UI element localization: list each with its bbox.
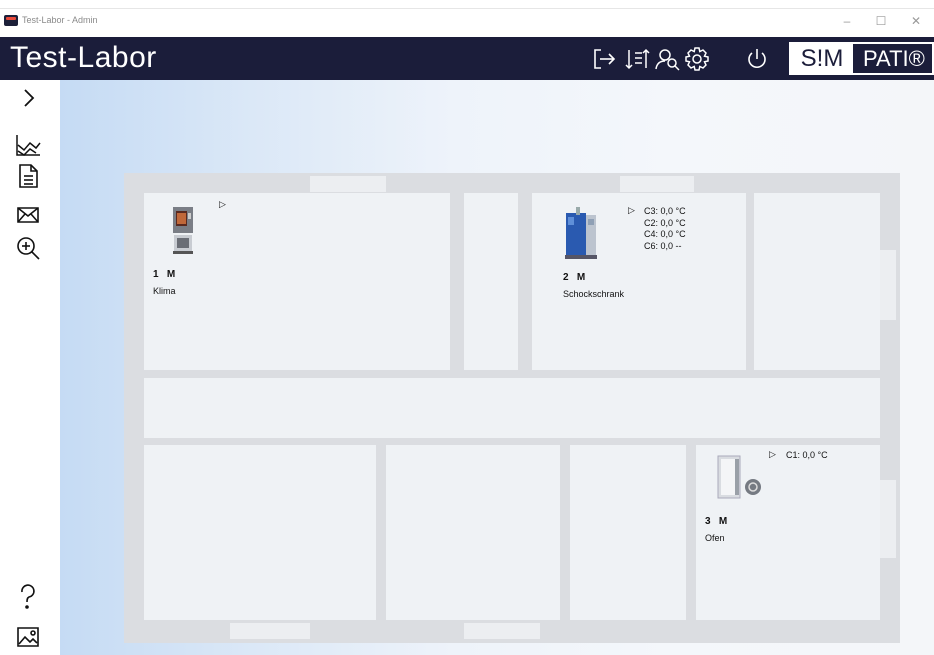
device-1-name: Klima — [153, 286, 176, 296]
image-icon[interactable] — [14, 623, 42, 651]
brand-logo-left: S!M — [791, 44, 853, 73]
room-2b — [754, 193, 880, 370]
room-4 — [144, 445, 376, 620]
window-title: Test-Labor - Admin — [22, 15, 98, 25]
titlebar-border — [0, 8, 934, 36]
floor-plan-canvas: ▷ 1 M Klima ▷ C3: 0,0 °C C2: 0,0 °C C4: … — [60, 80, 934, 655]
close-button[interactable]: ✕ — [899, 10, 933, 32]
hallway — [144, 378, 880, 438]
device-ofen[interactable] — [716, 454, 764, 502]
power-icon[interactable] — [744, 46, 770, 72]
page-title: Test-Labor — [10, 41, 157, 74]
sensor-reading: C4: 0,0 °C — [644, 229, 686, 239]
help-icon[interactable] — [14, 583, 42, 611]
chart-icon[interactable] — [14, 131, 42, 159]
window-right-1 — [880, 250, 896, 320]
window-bottom-2 — [464, 623, 540, 639]
window-top-2 — [620, 176, 694, 192]
chevron-right-icon[interactable] — [14, 84, 42, 112]
mail-icon[interactable] — [14, 201, 42, 229]
maximize-button[interactable]: ☐ — [864, 10, 898, 32]
minimize-button[interactable]: – — [830, 10, 864, 32]
user-search-icon[interactable] — [654, 46, 680, 72]
sensor-reading: C3: 0,0 °C — [644, 206, 686, 216]
device-klima[interactable] — [170, 207, 196, 255]
device-1-id: 1 M — [153, 269, 176, 280]
window-titlebar: Test-Labor - Admin – ☐ ✕ — [0, 0, 934, 37]
app-icon — [4, 15, 18, 26]
sensor-reading: C6: 0,0 -- — [644, 241, 682, 251]
settings-icon[interactable] — [684, 46, 710, 72]
logout-icon[interactable] — [592, 46, 618, 72]
app-window: Test-Labor - Admin – ☐ ✕ Test-Labor S!M … — [0, 0, 934, 655]
device-schockschrank[interactable] — [562, 207, 598, 260]
device-3-name: Ofen — [705, 533, 725, 543]
brand-logo: S!M PATI® — [789, 42, 934, 75]
play-icon[interactable]: ▷ — [628, 205, 635, 216]
window-right-2 — [880, 480, 896, 558]
room-corridor-top — [464, 193, 518, 370]
sensor-reading: C1: 0,0 °C — [786, 450, 828, 460]
play-icon[interactable]: ▷ — [219, 199, 226, 210]
room-6 — [570, 445, 686, 620]
window-bottom-1 — [230, 623, 310, 639]
sort-icon[interactable] — [624, 46, 650, 72]
sensor-reading: C2: 0,0 °C — [644, 218, 686, 228]
sidebar — [0, 80, 60, 655]
app-header: Test-Labor S!M PATI® — [0, 37, 934, 80]
device-2-id: 2 M — [563, 272, 586, 283]
play-icon[interactable]: ▷ — [769, 449, 776, 460]
zoom-in-icon[interactable] — [14, 234, 42, 262]
brand-logo-right: PATI® — [863, 46, 925, 71]
device-2-name: Schockschrank — [563, 289, 625, 299]
document-icon[interactable] — [14, 162, 42, 190]
window-top-1 — [310, 176, 386, 192]
room-5 — [386, 445, 560, 620]
device-3-id: 3 M — [705, 516, 728, 527]
